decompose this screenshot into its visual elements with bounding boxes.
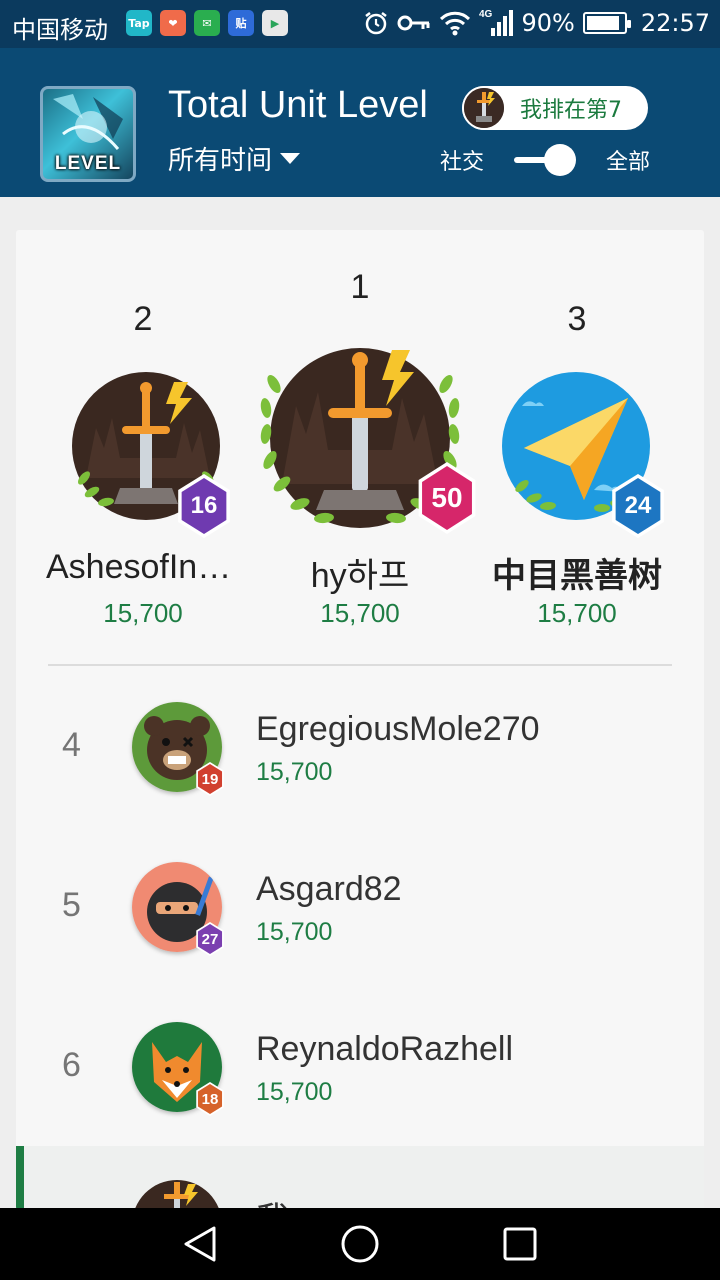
my-leaderboard-row[interactable]: 我	[16, 1146, 704, 1210]
my-avatar	[132, 1180, 222, 1210]
player-name: EgregiousMole270	[256, 710, 540, 748]
player-name: Asgard82	[256, 870, 402, 908]
podium-rank: 3	[567, 300, 587, 338]
row-rank: 6	[62, 1046, 81, 1084]
signal-icon: 4G	[479, 8, 514, 38]
current-player-indicator	[16, 1146, 24, 1210]
time-filter-dropdown[interactable]: 所有时间	[168, 140, 301, 177]
level-badge: 18	[194, 1082, 226, 1116]
home-icon[interactable]	[341, 1225, 379, 1263]
notification-icons: Tap ❤ ✉ 贴 ▶	[126, 10, 288, 36]
player-score: 15,700	[320, 598, 400, 628]
player-name: AshesofInfinity	[46, 548, 240, 586]
leaderboard-card: 2 16 AshesofInfini 15,700 1 50 hy하프 15,7…	[16, 230, 704, 1210]
time-filter-label: 所有时间	[168, 146, 273, 176]
level-badge: 16	[174, 474, 234, 538]
wechat-icon: ✉	[194, 10, 220, 36]
level-badge: 27	[194, 922, 226, 956]
player-score: 15,700	[103, 598, 183, 628]
player-score: 15,700	[256, 918, 333, 946]
key-icon	[397, 13, 431, 33]
social-all-switch[interactable]	[514, 144, 577, 176]
my-avatar	[462, 86, 506, 130]
leaderboard-row[interactable]: 5 27 Asgard82 15,700	[16, 830, 704, 990]
game-icon-label: LEVEL	[54, 153, 122, 174]
game-icon[interactable]: LEVEL	[40, 86, 136, 182]
level-badge: 19	[194, 762, 226, 796]
leaderboard-header: LEVEL Total Unit Level 所有时间 我排在第7 社交 全部	[0, 48, 720, 197]
network-type-label: 4G	[479, 9, 493, 20]
wifi-icon	[439, 10, 471, 36]
player-name: 中目黑善树	[492, 557, 662, 595]
toggle-social-label: 社交	[440, 150, 485, 175]
level-badge: 50	[414, 462, 480, 534]
podium-rank: 1	[350, 268, 370, 306]
clock: 22:57	[640, 9, 710, 37]
taptap-icon: Tap	[126, 10, 152, 36]
battery-icon	[582, 12, 631, 34]
alarm-icon	[363, 10, 389, 36]
leaderboard-row[interactable]: 4 19 EgregiousMole270 15,700	[16, 670, 704, 830]
player-name: hy하프	[310, 557, 410, 595]
podium-rank: 2	[133, 300, 153, 338]
my-rank-chip[interactable]: 我排在第7	[462, 86, 648, 130]
my-rank-label: 我排在第7	[520, 98, 622, 123]
system-nav-bar	[0, 1208, 720, 1280]
back-icon[interactable]	[184, 1226, 216, 1262]
row-rank: 4	[62, 726, 81, 764]
level-badge: 24	[608, 474, 668, 538]
player-score: 15,700	[256, 758, 333, 786]
leaderboard-row[interactable]: 6 18 ReynaldoRazhell 15,700	[16, 990, 704, 1150]
podium-divider	[48, 664, 672, 666]
play-store-icon: ▶	[262, 10, 288, 36]
carrier-label: 中国移动	[12, 16, 108, 44]
player-name: ReynaldoRazhell	[256, 1030, 514, 1068]
xiaohongshu-icon: ❤	[160, 10, 186, 36]
row-rank: 5	[62, 886, 81, 924]
social-all-toggle[interactable]: 社交 全部	[440, 144, 650, 176]
player-score: 15,700	[537, 598, 617, 628]
battery-percent: 90%	[521, 9, 575, 37]
recents-icon[interactable]	[503, 1227, 537, 1261]
player-score: 15,700	[256, 1078, 333, 1106]
toggle-all-label: 全部	[606, 150, 651, 175]
tieba-icon: 贴	[228, 10, 254, 36]
dropdown-caret-icon	[280, 153, 301, 164]
status-bar: 中国移动 Tap ❤ ✉ 贴 ▶ 4G 90% 22:57	[0, 0, 720, 48]
leaderboard-title: Total Unit Level	[168, 84, 428, 126]
